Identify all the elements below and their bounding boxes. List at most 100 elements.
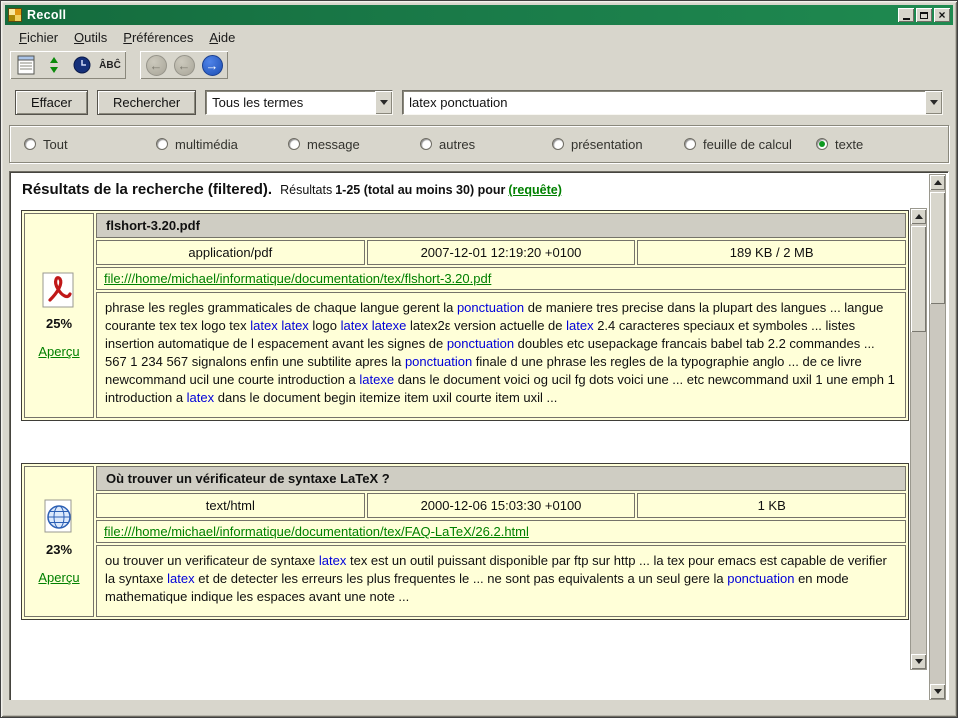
filter-radio-tout[interactable]: Tout [24, 137, 156, 152]
scroll-down-button[interactable] [911, 654, 926, 669]
scroll-up-icon [934, 180, 942, 185]
filter-radio-multimedia[interactable]: multimédia [156, 137, 288, 152]
maximize-icon [920, 12, 928, 19]
search-button[interactable]: Rechercher [97, 90, 196, 115]
result-url-link[interactable]: file:///home/michael/informatique/docume… [104, 271, 491, 286]
result-title: flshort-3.20.pdf [96, 213, 906, 238]
preview-link[interactable]: Aperçu [38, 570, 79, 585]
scroll-up-button[interactable] [930, 175, 945, 190]
result-list: 25% Aperçu flshort-3.20.pdfapplication/pdf… [21, 210, 909, 662]
scroll-down-icon [934, 689, 942, 694]
result-size: 1 KB [637, 493, 906, 518]
html-file-icon [41, 498, 77, 534]
chevron-down-icon [380, 100, 388, 105]
menu-item-preferences[interactable]: Préférences [116, 28, 200, 47]
highlighted-term: latexe [359, 372, 394, 387]
window-title: Recoll [27, 8, 893, 22]
sort-arrows-icon [43, 54, 65, 76]
results-header: Résultats de la recherche (filtered).Rés… [10, 172, 948, 199]
result-url-link[interactable]: file:///home/michael/informatique/docume… [104, 524, 529, 539]
toolbar: ÂBĈ ← ← → [10, 50, 228, 80]
highlighted-term: ponctuation [457, 300, 524, 315]
window-controls: × [898, 8, 950, 22]
term-mode-dropdown-button[interactable] [375, 91, 392, 114]
scroll-down-button[interactable] [930, 684, 945, 699]
result-mimetype: application/pdf [96, 240, 365, 265]
sort-button[interactable] [41, 53, 67, 77]
menu-item-fichier[interactable]: Fichier [12, 28, 65, 47]
close-button[interactable]: × [934, 8, 950, 22]
scroll-up-button[interactable] [911, 209, 926, 224]
filter-label: texte [835, 137, 863, 152]
highlighted-term: ponctuation [447, 336, 514, 351]
highlighted-term: latex [187, 390, 214, 405]
scroll-down-icon [915, 659, 923, 664]
chevron-down-icon [930, 100, 938, 105]
prev-page-button[interactable]: ← [171, 53, 197, 77]
filetype-filters: Tout multimédia messageautres présentation f… [9, 125, 949, 163]
search-input[interactable] [403, 91, 925, 114]
maximize-button[interactable] [916, 8, 932, 22]
results-title: Résultats de la recherche (filtered). [22, 181, 272, 198]
result-abstract: phrase les regles grammaticales de chaqu… [96, 292, 906, 418]
highlighted-term: latex [566, 318, 593, 333]
back-arrow-icon: ← [174, 55, 195, 76]
clock-icon [71, 54, 93, 76]
scroll-up-icon [915, 214, 923, 219]
result-date: 2000-12-06 15:03:30 +0100 [367, 493, 636, 518]
filter-radio-message[interactable]: message [288, 137, 420, 152]
filter-radio-autres[interactable]: autres [420, 137, 552, 152]
highlighted-term: ponctuation [727, 571, 794, 586]
back-arrow-icon: ← [146, 55, 167, 76]
result-url-cell: file:///home/michael/informatique/docume… [96, 520, 906, 543]
filter-label: multimédia [175, 137, 238, 152]
query-combobox [402, 90, 943, 115]
history-clock-button[interactable] [69, 53, 95, 77]
highlighted-term: latex latexe [341, 318, 407, 333]
result-sidebar: 23% Aperçu [24, 466, 94, 617]
highlighted-term: ponctuation [405, 354, 472, 369]
recoll-window: Recoll × FichierOutilsPréférencesAide [0, 0, 958, 718]
pdf-file-icon [41, 272, 77, 308]
first-page-button[interactable]: ← [143, 53, 169, 77]
document-table-button[interactable] [13, 53, 39, 77]
query-history-dropdown-button[interactable] [925, 91, 942, 114]
next-page-button[interactable]: → [199, 53, 225, 77]
highlighted-term: latex latex [250, 318, 309, 333]
radio-icon [156, 138, 168, 150]
forward-arrow-icon: → [202, 55, 223, 76]
result-abstract: ou trouver un verificateur de syntaxe la… [96, 545, 906, 617]
result-item: 23% Aperçu Où trouver un vérificateur de s… [21, 463, 909, 620]
minimize-button[interactable] [898, 8, 914, 22]
relevance-percentage: 25% [25, 316, 93, 331]
titlebar[interactable]: Recoll × [5, 5, 953, 25]
preview-link[interactable]: Aperçu [38, 344, 79, 359]
scrollbar-thumb[interactable] [930, 192, 945, 304]
status-bar [5, 700, 953, 713]
filter-label: Tout [43, 137, 68, 152]
results-outer-scrollbar[interactable] [929, 174, 946, 700]
clear-button[interactable]: Effacer [15, 90, 88, 115]
result-title: Où trouver un vérificateur de syntaxe La… [96, 466, 906, 491]
menu-item-outils[interactable]: Outils [67, 28, 114, 47]
scrollbar-thumb[interactable] [911, 226, 926, 332]
term-mode-combobox[interactable]: Tous les termes [205, 90, 393, 115]
filter-radio-feuille-de-calcul[interactable]: feuille de calcul [684, 137, 816, 152]
query-details-link[interactable]: (requête) [508, 183, 561, 197]
filter-label: présentation [571, 137, 643, 152]
menu-item-aide[interactable]: Aide [202, 28, 242, 47]
term-explorer-button[interactable]: ÂBĈ [97, 53, 123, 77]
radio-icon [420, 138, 432, 150]
filter-label: feuille de calcul [703, 137, 792, 152]
filter-radio-texte[interactable]: texte [816, 137, 863, 152]
search-row: Effacer Rechercher Tous les termes [15, 89, 943, 115]
highlighted-term: latex [319, 553, 346, 568]
result-item: 25% Aperçu flshort-3.20.pdfapplication/pdf… [21, 210, 909, 421]
relevance-percentage: 23% [25, 542, 93, 557]
result-list-scrollbar[interactable] [910, 208, 927, 670]
menubar: FichierOutilsPréférencesAide [6, 27, 952, 48]
result-url-cell: file:///home/michael/informatique/docume… [96, 267, 906, 290]
toolbar-group-nav: ← ← → [140, 51, 228, 79]
term-mode-value: Tous les termes [206, 91, 375, 114]
filter-radio-presentation[interactable]: présentation [552, 137, 684, 152]
